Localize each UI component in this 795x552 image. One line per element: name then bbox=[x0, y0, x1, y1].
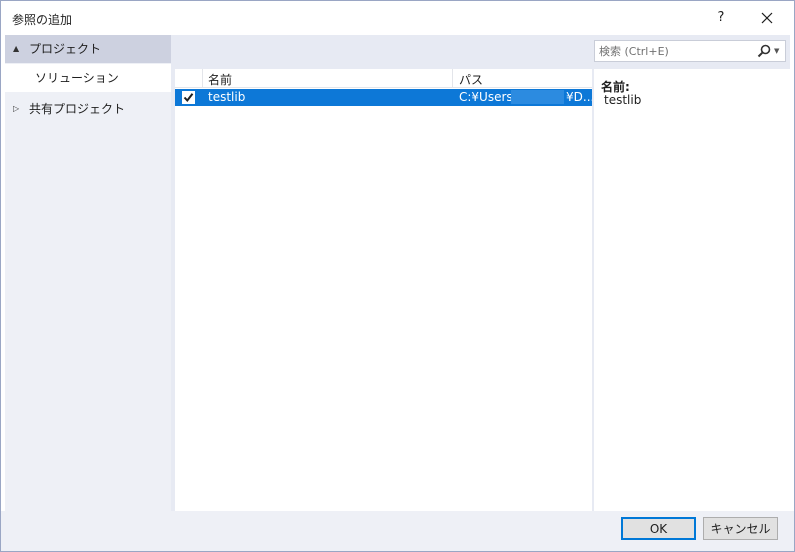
expanded-arrow-icon[interactable]: ▲ bbox=[13, 35, 23, 63]
nav-item-label: ソリューション bbox=[35, 71, 119, 85]
dialog-footer: OK キャンセル bbox=[1, 511, 794, 551]
nav-item-shared-projects[interactable]: ▷ 共有プロジェクト bbox=[5, 95, 171, 123]
search-options-dropdown-icon[interactable]: ▼ bbox=[774, 41, 779, 61]
search-box[interactable]: ▼ bbox=[594, 40, 786, 62]
redacted-area bbox=[511, 90, 564, 104]
list-header: 名前 パス bbox=[175, 69, 592, 88]
ok-button[interactable]: OK bbox=[621, 517, 696, 540]
search-icon[interactable] bbox=[756, 43, 772, 59]
column-header-name[interactable]: 名前 bbox=[208, 71, 232, 88]
close-button[interactable] bbox=[753, 5, 781, 31]
window-title: 参照の追加 bbox=[12, 13, 73, 27]
help-button[interactable]: ? bbox=[707, 7, 735, 29]
close-icon bbox=[761, 12, 773, 24]
nav-item-solution[interactable]: ソリューション bbox=[5, 64, 171, 92]
nav-item-label: 共有プロジェクト bbox=[29, 102, 126, 116]
row-checkbox[interactable] bbox=[182, 91, 195, 104]
column-divider[interactable] bbox=[452, 69, 453, 88]
nav-item-label: プロジェクト bbox=[29, 42, 102, 56]
collapsed-arrow-icon[interactable]: ▷ bbox=[13, 95, 23, 123]
row-path-cell-end: ¥D... bbox=[566, 90, 592, 104]
nav-item-projects[interactable]: ▲ プロジェクト bbox=[5, 35, 171, 63]
category-nav: ▲ プロジェクト ソリューション ▷ 共有プロジェクト bbox=[5, 35, 171, 511]
checkmark-icon bbox=[183, 93, 194, 103]
add-reference-dialog: 参照の追加 ? ▲ プロジェクト ソリューション ▷ 共有プロジェクト 検索 (… bbox=[0, 0, 795, 552]
detail-name-value: testlib bbox=[604, 93, 642, 107]
reference-list: 名前 パス testlib C:¥Users¥ ¥D... bbox=[175, 69, 592, 511]
table-row[interactable]: testlib C:¥Users¥ ¥D... bbox=[175, 89, 592, 106]
details-panel: 名前: testlib bbox=[594, 69, 790, 511]
title-bar: 参照の追加 ? bbox=[1, 1, 794, 35]
dialog-body: ▲ プロジェクト ソリューション ▷ 共有プロジェクト ▼ 名前 パ bbox=[5, 35, 790, 511]
column-divider[interactable] bbox=[202, 69, 203, 88]
column-header-path[interactable]: パス bbox=[459, 71, 483, 88]
cancel-button[interactable]: キャンセル bbox=[703, 517, 778, 540]
row-name-cell: testlib bbox=[208, 90, 246, 104]
search-input[interactable] bbox=[599, 43, 749, 59]
